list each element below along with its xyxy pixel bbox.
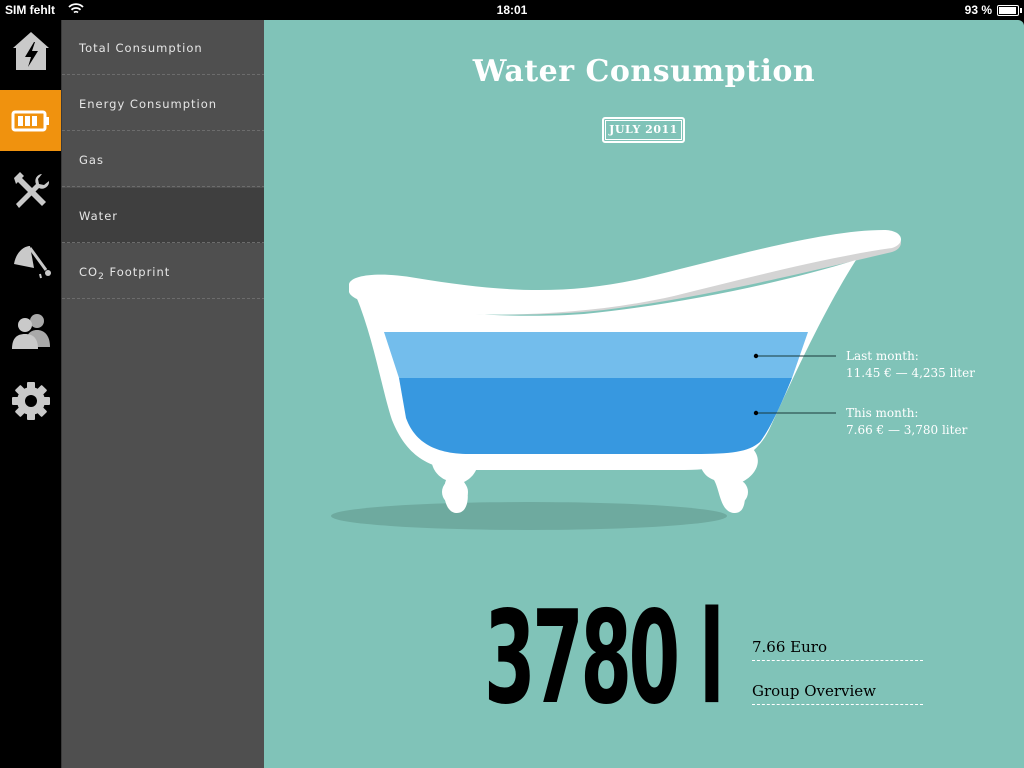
shower-icon	[13, 245, 51, 278]
clock: 18:01	[496, 3, 528, 17]
submenu-item-label: Water	[79, 209, 118, 223]
submenu-item-label: Gas	[79, 153, 104, 167]
submenu-item-co2-footprint[interactable]: CO2 Footprint	[62, 244, 265, 299]
group-overview-link[interactable]: Group Overview	[752, 682, 923, 705]
status-bar: SIM fehlt 18:01 93 %	[0, 0, 1024, 20]
rail-item-home-energy[interactable]	[0, 20, 61, 81]
submenu-item-label: CO2 Footprint	[79, 265, 171, 282]
gear-icon	[11, 381, 50, 420]
legend-last-month-label: Last month:	[846, 349, 919, 363]
submenu: Total Consumption Energy Consumption Gas…	[61, 20, 272, 768]
submenu-item-gas[interactable]: Gas	[62, 132, 265, 187]
submenu-item-water[interactable]: Water	[62, 188, 272, 243]
submenu-item-total-consumption[interactable]: Total Consumption	[62, 20, 265, 75]
tools-icon	[13, 171, 49, 208]
icon-rail	[0, 20, 67, 768]
legend-last-month: Last month: 11.45 € — 4,235 liter	[846, 348, 975, 382]
submenu-item-energy-consumption[interactable]: Energy Consumption	[62, 76, 265, 131]
legend-this-month-label: This month:	[846, 406, 919, 420]
submenu-item-label: Energy Consumption	[79, 97, 218, 111]
cost-value: 7.66 Euro	[752, 638, 923, 661]
rail-item-tools[interactable]	[0, 160, 61, 221]
bathtub-shadow	[331, 502, 727, 530]
legend-this-month-value: 7.66 € — 3,780 liter	[846, 423, 968, 437]
rail-item-water[interactable]	[0, 230, 61, 291]
battery-percent: 93 %	[964, 3, 992, 17]
battery-icon	[11, 110, 49, 131]
house-lightning-icon	[12, 31, 49, 70]
consumption-value: 3780 l	[484, 584, 725, 733]
rail-item-settings[interactable]	[0, 370, 61, 431]
submenu-item-label: Total Consumption	[79, 41, 203, 55]
legend-this-month: This month: 7.66 € — 3,780 liter	[846, 405, 967, 439]
rail-item-community[interactable]	[0, 300, 61, 361]
water-level-last-month	[384, 332, 808, 378]
water-level-this-month	[399, 378, 792, 454]
battery-status-icon	[997, 5, 1022, 16]
main-content: Water Consumption JULY 2011 Last month: …	[264, 20, 1024, 768]
group-icon	[11, 313, 50, 349]
legend-last-month-value: 11.45 € — 4,235 liter	[846, 366, 975, 380]
rail-item-energy[interactable]	[0, 90, 67, 151]
